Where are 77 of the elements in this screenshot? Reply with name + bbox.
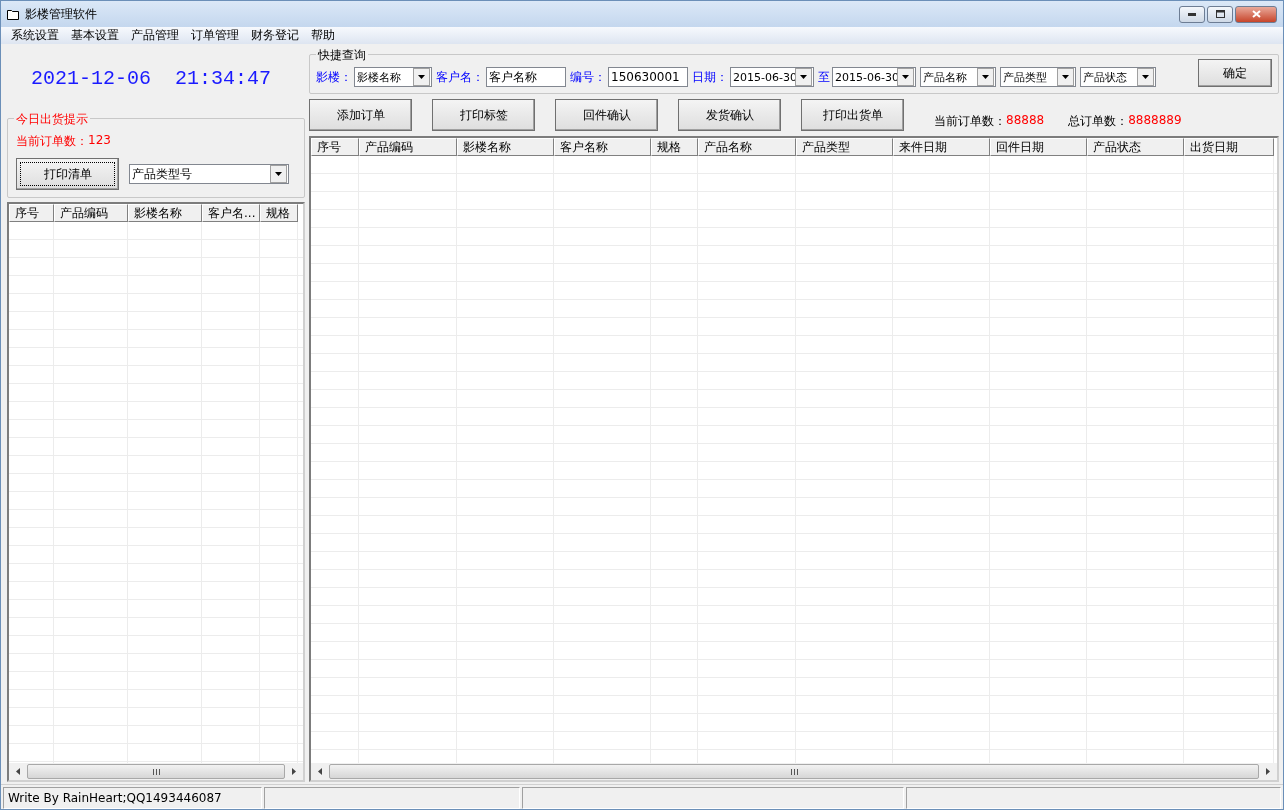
product-type-dropdown[interactable]: 产品类型号 (129, 164, 289, 184)
dropdown-arrow-icon (800, 75, 807, 79)
field-label: 编号： (570, 68, 606, 86)
filter-input[interactable]: 客户名称 (486, 67, 566, 87)
minimize-icon (1188, 12, 1196, 16)
toolbar-button[interactable]: 发货确认 (678, 99, 781, 131)
column-header[interactable]: 产品编码 (54, 204, 128, 222)
count-label: 当前订单数： (16, 133, 88, 150)
field-label: 影楼： (316, 68, 352, 86)
print-list-button[interactable]: 打印清单 (16, 158, 119, 190)
app-window-icon (7, 8, 19, 20)
menu-item[interactable]: 订单管理 (185, 27, 245, 44)
filter-input[interactable]: 150630001 (608, 67, 688, 87)
menu-item[interactable]: 系统设置 (5, 27, 65, 44)
filter-dropdown[interactable]: 影楼名称 (354, 67, 432, 87)
filter-dropdown[interactable]: 产品类型 (1000, 67, 1076, 87)
column-header[interactable]: 序号 (311, 138, 359, 156)
filter-dropdown[interactable]: 产品状态 (1080, 67, 1156, 87)
maximize-button[interactable] (1207, 5, 1233, 23)
dropdown-arrow-icon (982, 75, 989, 79)
dropdown-arrow-icon (1062, 75, 1069, 79)
column-header[interactable]: 规格 (651, 138, 698, 156)
column-header[interactable]: 影楼名称 (457, 138, 554, 156)
column-header[interactable]: 出货日期 (1184, 138, 1274, 156)
column-header[interactable]: 序号 (9, 204, 54, 222)
filter-dropdown[interactable]: 产品名称 (920, 67, 996, 87)
scroll-right-icon[interactable] (1266, 768, 1270, 775)
dropdown-arrow-icon (275, 172, 282, 176)
clock-date: 2021-12-06 (31, 66, 152, 90)
group-title: 快捷查询 (316, 47, 368, 64)
menu-item[interactable]: 基本设置 (65, 27, 125, 44)
minimize-button[interactable] (1179, 5, 1205, 23)
column-header[interactable]: 客户名... (202, 204, 260, 222)
close-icon (1251, 10, 1261, 18)
horizontal-scrollbar[interactable] (9, 763, 303, 780)
close-button[interactable] (1235, 5, 1277, 23)
field-label: 客户名： (436, 68, 484, 86)
column-header[interactable]: 客户名称 (554, 138, 651, 156)
field-label: 至 (818, 68, 830, 86)
column-header[interactable]: 产品编码 (359, 138, 457, 156)
toolbar-button[interactable]: 打印标签 (432, 99, 535, 131)
dropdown-arrow-icon (902, 75, 909, 79)
counter-value: 88888 (1006, 112, 1045, 129)
confirm-button[interactable]: 确定 (1198, 59, 1272, 87)
dropdown-arrow-icon (1142, 75, 1149, 79)
field-label: 日期： (692, 68, 728, 86)
scroll-left-icon[interactable] (16, 768, 20, 775)
window-title: 影楼管理软件 (25, 5, 98, 23)
column-header[interactable]: 规格 (260, 204, 298, 222)
counter-value: 8888889 (1128, 112, 1182, 129)
grip-icon (790, 768, 798, 775)
horizontal-scrollbar[interactable] (311, 763, 1277, 780)
dropdown-arrow-icon (418, 75, 425, 79)
status-section: Write By RainHeart;QQ1493446087 (3, 787, 262, 809)
column-header[interactable]: 影楼名称 (128, 204, 202, 222)
maximize-icon (1215, 10, 1225, 18)
column-header[interactable]: 产品状态 (1087, 138, 1184, 156)
column-header[interactable]: 产品类型 (796, 138, 893, 156)
column-header[interactable]: 来件日期 (893, 138, 990, 156)
menu-item[interactable]: 财务登记 (245, 27, 305, 44)
clock-time: 21:34:47 (175, 66, 272, 90)
column-header[interactable]: 回件日期 (990, 138, 1087, 156)
group-title: 今日出货提示 (14, 111, 90, 128)
scroll-right-icon[interactable] (292, 768, 296, 775)
scrollbar-thumb[interactable] (27, 764, 285, 779)
count-value: 123 (88, 133, 111, 149)
counter-label: 总订单数： (1068, 112, 1129, 130)
menu-item[interactable]: 产品管理 (125, 27, 185, 44)
toolbar-button[interactable]: 添加订单 (309, 99, 412, 131)
grip-icon (152, 768, 160, 775)
column-header[interactable]: 产品名称 (698, 138, 796, 156)
toolbar-button[interactable]: 回件确认 (555, 99, 658, 131)
scroll-left-icon[interactable] (318, 768, 322, 775)
scrollbar-thumb[interactable] (329, 764, 1259, 779)
toolbar-button[interactable]: 打印出货单 (801, 99, 904, 131)
menu-item[interactable]: 帮助 (305, 27, 341, 44)
counter-label: 当前订单数： (934, 112, 1006, 130)
